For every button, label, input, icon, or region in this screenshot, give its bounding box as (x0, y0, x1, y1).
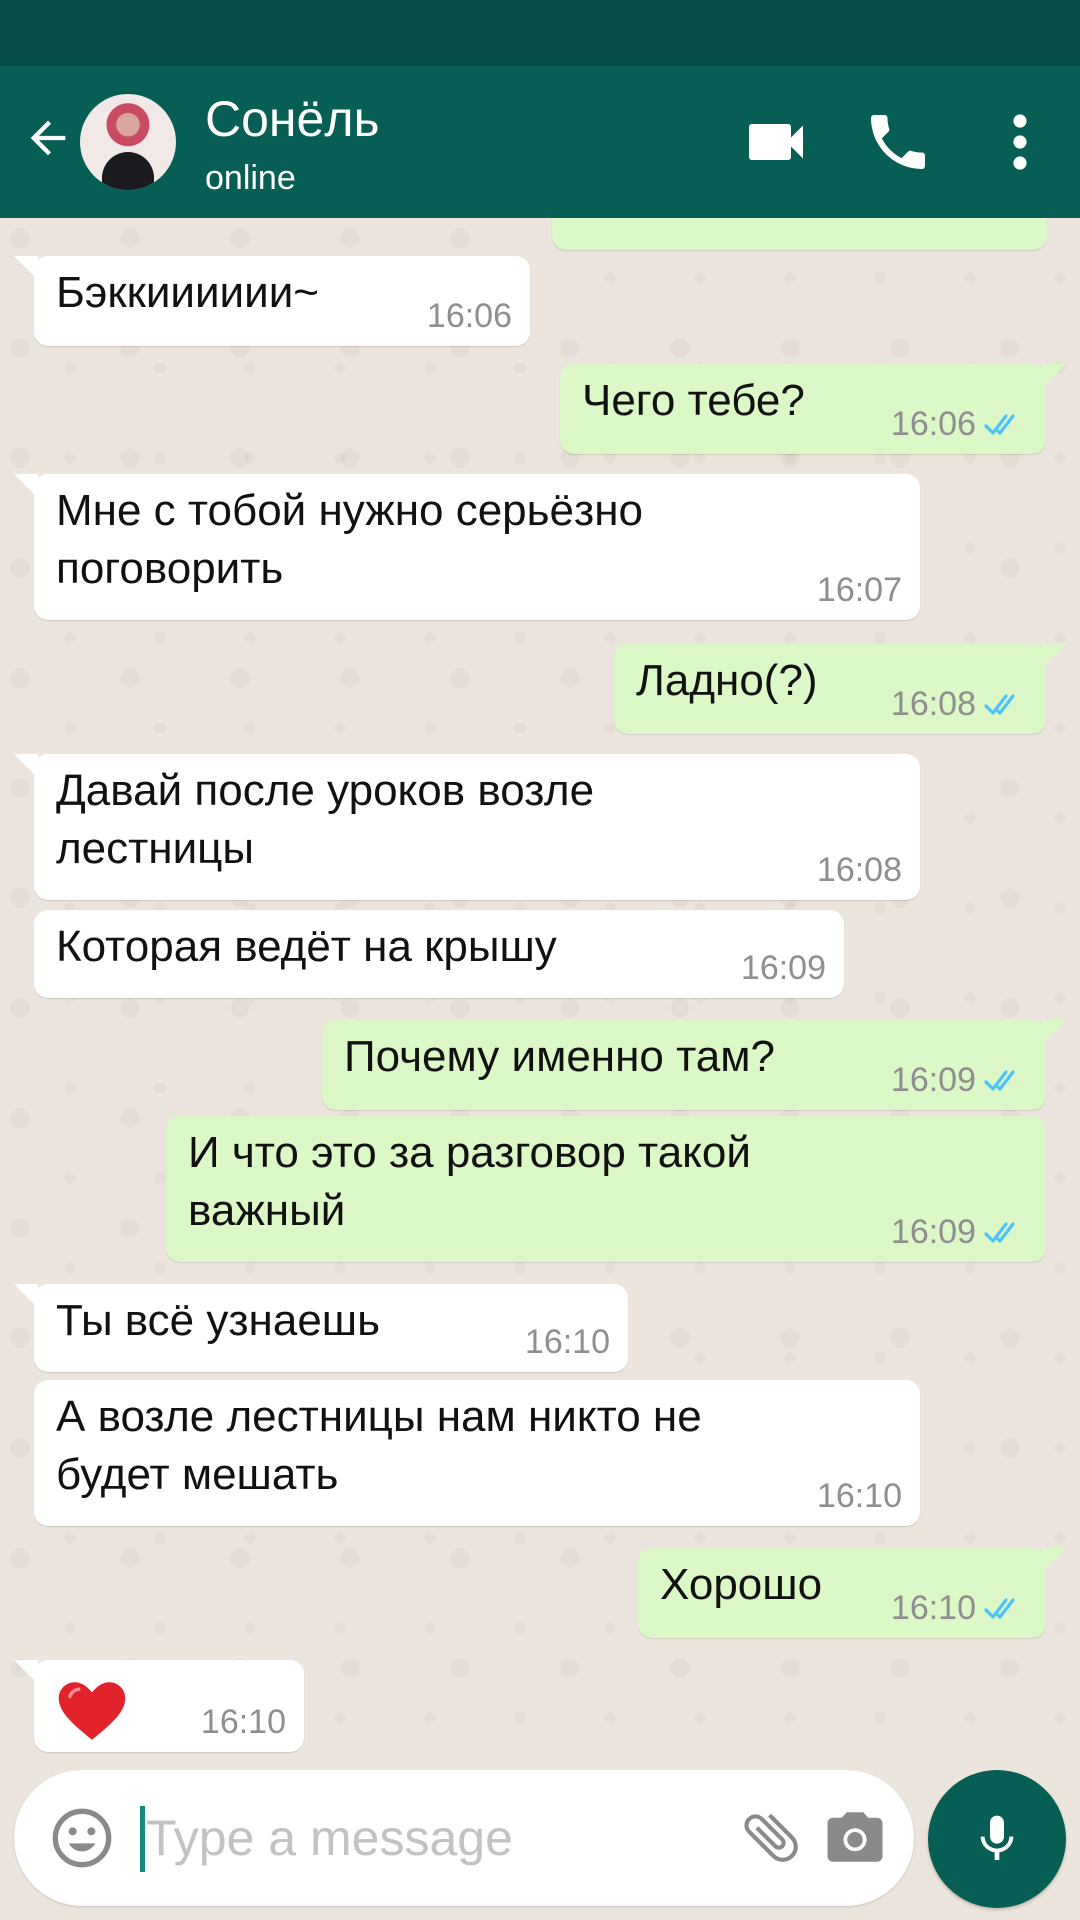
message-time: 16:07 (816, 571, 902, 609)
read-ticks-icon (984, 1222, 1015, 1243)
video-call-icon[interactable] (740, 106, 812, 178)
message-text: Которая ведёт на крышу (56, 922, 557, 971)
status-bar (0, 0, 1080, 66)
message-time: 16:09 (890, 1061, 976, 1099)
phone-icon[interactable] (862, 106, 934, 178)
heart-emoji-icon (58, 1682, 126, 1740)
message-time: 16:10 (890, 1589, 976, 1627)
text-cursor (140, 1806, 145, 1872)
message-time: 16:08 (816, 851, 902, 889)
more-vert-icon[interactable] (1000, 106, 1040, 178)
read-ticks-icon (984, 1070, 1015, 1091)
message-time: 16:10 (816, 1477, 902, 1515)
outgoing-message[interactable]: Почему именно там? 16:09 (322, 1020, 1066, 1110)
message-time: 16:08 (890, 685, 976, 723)
message-list[interactable]: Бэккииииии~ 16:06 Чего тебе? 16:06 Мне с… (0, 218, 1080, 1763)
read-ticks-icon (984, 414, 1015, 435)
contact-status: online (205, 159, 296, 197)
message-text: Ты всё узнаешь (56, 1296, 381, 1345)
message-time: 16:10 (524, 1323, 610, 1361)
emoji-icon[interactable] (50, 1806, 114, 1870)
message-text: Мне с тобой нужно серьёзно поговорить (56, 486, 643, 593)
outgoing-message[interactable]: Ладно(?) 16:08 (614, 644, 1066, 734)
incoming-message[interactable]: Мне с тобой нужно серьёзно поговорить 16… (14, 474, 920, 620)
attach-icon[interactable] (738, 1804, 804, 1870)
incoming-message[interactable]: Давай после уроков возле лестницы 16:08 (14, 754, 920, 900)
message-composer (14, 1770, 914, 1906)
message-time: 16:06 (426, 297, 512, 335)
contact-name[interactable]: Сонёль (205, 90, 380, 148)
read-ticks-icon (984, 1598, 1015, 1619)
message-input[interactable] (146, 1800, 706, 1876)
outgoing-message[interactable]: И что это за разговор такой важный 16:09 (166, 1116, 1046, 1262)
mic-icon (980, 1815, 1014, 1860)
incoming-message[interactable]: Бэккииииии~ 16:06 (14, 256, 530, 346)
partial-message-bubble (552, 218, 1047, 250)
message-time: 16:09 (740, 949, 826, 987)
message-time: 16:06 (890, 405, 976, 443)
read-ticks-icon (984, 694, 1015, 715)
message-time: 16:09 (890, 1213, 976, 1251)
camera-icon[interactable] (822, 1804, 888, 1870)
chat-header: Сонёль online (0, 66, 1080, 218)
message-text: Давай после уроков возле лестницы (56, 766, 595, 873)
incoming-message[interactable]: 16:10 (14, 1660, 304, 1752)
message-time: 16:10 (200, 1703, 286, 1741)
mic-button[interactable] (928, 1770, 1066, 1908)
message-text: А возле лестницы нам никто не будет меша… (56, 1392, 702, 1499)
outgoing-message[interactable]: Хорошо 16:10 (638, 1548, 1066, 1638)
incoming-message[interactable]: А возле лестницы нам никто не будет меша… (34, 1380, 920, 1526)
incoming-message[interactable]: Которая ведёт на крышу 16:09 (34, 910, 844, 998)
back-arrow-icon[interactable] (22, 112, 74, 164)
avatar[interactable] (80, 94, 176, 190)
incoming-message[interactable]: Ты всё узнаешь 16:10 (14, 1284, 628, 1372)
outgoing-message[interactable]: Чего тебе? 16:06 (560, 364, 1066, 454)
